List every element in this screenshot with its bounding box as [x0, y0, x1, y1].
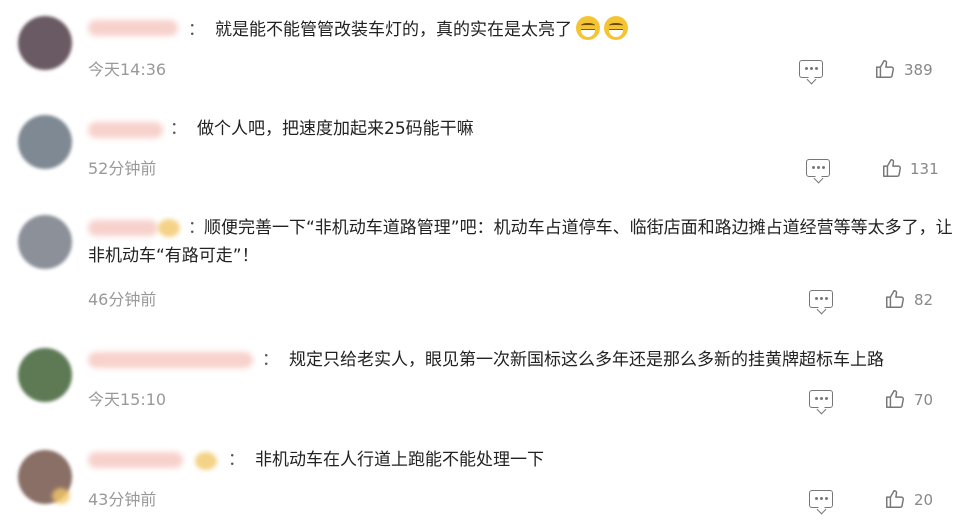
vip-badge [195, 452, 217, 470]
thumbs-up-icon[interactable] [884, 488, 906, 510]
comment-text-body: 顺便完善一下“非机动车道路管理”吧：机动车占道停车、临街店面和路边摊占道经营等等… [88, 218, 953, 266]
comment-text: ：就是能不能管管改装车灯的，真的实在是太亮了 [188, 16, 628, 44]
comment-bubble-icon[interactable] [806, 159, 830, 177]
like-count: 389 [904, 61, 933, 79]
thumbs-up-icon[interactable] [884, 288, 906, 310]
comment-bubble-icon[interactable] [809, 390, 833, 408]
avatar[interactable] [18, 348, 72, 402]
separator: ： [170, 119, 187, 139]
timestamp: 46分钟前 [88, 290, 157, 309]
separator: ： [262, 350, 279, 370]
timestamp: 43分钟前 [88, 490, 157, 509]
like-count: 131 [910, 160, 939, 178]
comment-text: ：非机动车在人行道上跑能不能处理一下 [228, 450, 544, 470]
username-blurred[interactable] [88, 452, 183, 468]
username-blurred[interactable] [88, 20, 178, 36]
comment-text: ：规定只给老实人，眼见第一次新国标这么多年还是那么多新的挂黄牌超标车上路 [262, 350, 884, 370]
thumbs-up-icon[interactable] [884, 388, 906, 410]
avatar[interactable] [18, 115, 72, 169]
comment-bubble-icon[interactable] [809, 290, 833, 308]
like-count: 70 [914, 391, 934, 409]
thumbs-up-icon[interactable] [874, 58, 896, 80]
avatar[interactable] [18, 215, 72, 269]
comment-bubble-icon[interactable] [809, 490, 833, 508]
username-blurred[interactable] [88, 122, 163, 138]
like-count: 82 [914, 291, 934, 309]
comment-text: ：做个人吧，把速度加起来25码能干嘛 [170, 119, 474, 139]
avatar[interactable] [18, 16, 72, 70]
timestamp: 今天14:36 [88, 60, 167, 79]
separator: ： [228, 450, 245, 470]
timestamp: 今天15:10 [88, 390, 167, 409]
laughing-tears-emoji-icon [576, 16, 600, 40]
timestamp: 52分钟前 [88, 159, 157, 178]
avatar-badge [52, 488, 70, 504]
like-count: 20 [914, 491, 934, 509]
separator: ： [188, 20, 205, 40]
thumbs-up-icon[interactable] [881, 157, 903, 179]
comment-bubble-icon[interactable] [799, 60, 823, 78]
laughing-tears-emoji-icon [604, 16, 628, 40]
username-blurred[interactable] [88, 352, 253, 368]
